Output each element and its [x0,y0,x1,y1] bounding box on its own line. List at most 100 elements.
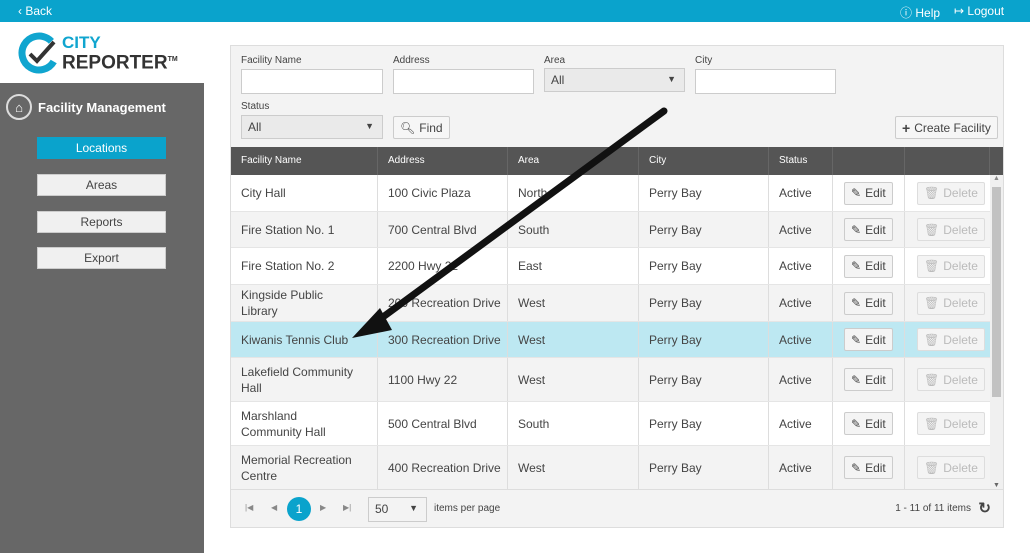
delete-button[interactable]: 🗑︎ Delete [917,412,985,435]
delete-button[interactable]: 🗑︎ Delete [917,218,985,241]
edit-label: Edit [865,416,886,431]
create-facility-button[interactable]: + Create Facility [895,116,998,139]
table-row[interactable]: Kingside Public Library 200 Recreation Dr… [231,285,990,322]
caret-down-icon: ▼ [667,74,676,84]
edit-button[interactable]: ✎ Edit [844,218,893,241]
module-title-label: Facility Management [38,99,166,115]
column-area[interactable]: Area [508,147,639,175]
cell-edit: ✎ Edit [833,248,905,284]
cell-facility-name: Lakefield Community Hall [231,358,378,401]
trash-icon: 🗑︎ [924,296,940,310]
delete-button[interactable]: 🗑︎ Delete [917,181,985,205]
edit-button[interactable]: ✎ Edit [844,328,893,351]
edit-button[interactable]: ✎ Edit [844,291,893,315]
sidebar-item-locations[interactable]: Locations [37,137,166,159]
cell-facility-name: Fire Station No. 2 [231,248,378,284]
cell-area: South [508,402,639,445]
cell-edit: ✎ Edit [833,175,905,211]
area-select[interactable]: All ▼ [544,68,685,92]
cell-edit: ✎ Edit [833,322,905,357]
edit-label: Edit [865,186,886,200]
cell-address: 300 Recreation Drive [378,322,508,357]
cell-address: 100 Civic Plaza [378,175,508,211]
column-delete [905,147,990,175]
cell-status: Active [769,248,833,284]
create-facility-label: Create Facility [914,120,991,135]
logo-tm: TM [167,56,178,63]
cell-area: East [508,248,639,284]
edit-button[interactable]: ✎ Edit [844,456,893,479]
page-size-select[interactable]: 50 ▼ [368,497,427,522]
area-label: Area [544,55,566,66]
refresh-icon[interactable]: ↻ [978,499,991,517]
cell-facility-name: Memorial Recreation Centre [231,446,378,489]
cell-delete: 🗑︎ Delete [905,285,990,321]
edit-button[interactable]: ✎ Edit [844,368,893,391]
scrollbar-thumb[interactable] [992,187,1001,397]
cell-address: 1100 Hwy 22 [378,358,508,401]
sidebar-item-reports[interactable]: Reports [37,211,166,233]
first-page-icon[interactable]: |◀ [245,503,253,512]
table-scrollbar[interactable]: ▲ ▼ [990,175,1003,489]
trash-icon: 🗑︎ [924,416,940,431]
page-1-button[interactable]: 1 [287,497,311,521]
table-row[interactable]: Marshland Community Hall 500 Central Blvd… [231,402,990,446]
cell-edit: ✎ Edit [833,402,905,445]
table-row[interactable]: Fire Station No. 1 700 Central Blvd South P… [231,212,990,248]
delete-button[interactable]: 🗑︎ Delete [917,456,985,479]
cell-address: 200 Recreation Drive [378,285,508,321]
pencil-icon: ✎ [851,416,862,431]
facility-panel: Facility Name Address Area All ▼ City Sta… [230,45,1004,528]
cell-city: Perry Bay [639,285,769,321]
sidebar-item-areas[interactable]: Areas [37,174,166,196]
delete-button[interactable]: 🗑︎ Delete [917,254,985,278]
table-row[interactable]: Fire Station No. 2 2200 Hwy 22 East Perry B… [231,248,990,285]
sidebar-item-export[interactable]: Export [37,247,166,269]
table-row[interactable]: Lakefield Community Hall 1100 Hwy 22 West P… [231,358,990,402]
pencil-icon: ✎ [851,460,862,475]
logout-link[interactable]: ↦ Logout [954,4,1004,18]
delete-button[interactable]: 🗑︎ Delete [917,328,985,351]
address-input[interactable] [393,69,534,94]
cell-delete: 🗑︎ Delete [905,212,990,247]
cell-city: Perry Bay [639,212,769,247]
module-title: ⌂ Facility Management [6,94,166,120]
delete-button[interactable]: 🗑︎ Delete [917,291,985,315]
scroll-up-icon[interactable]: ▲ [993,175,1000,182]
edit-button[interactable]: ✎ Edit [844,412,893,435]
logout-icon: ↦ [954,4,965,18]
last-page-icon[interactable]: ▶| [343,503,351,512]
delete-button[interactable]: 🗑︎ Delete [917,368,985,391]
edit-button[interactable]: ✎ Edit [844,254,893,278]
facility-name-input[interactable] [241,69,383,94]
cell-status: Active [769,358,833,401]
column-status[interactable]: Status [769,147,833,175]
pencil-icon: ✎ [851,186,862,200]
cell-status: Active [769,322,833,357]
scroll-down-icon[interactable]: ▼ [993,482,1000,489]
status-select[interactable]: All ▼ [241,115,383,139]
pencil-icon: ✎ [851,332,862,347]
table-row[interactable]: City Hall 100 Civic Plaza North Perry Bay Ac… [231,175,990,212]
back-link[interactable]: ‹ Back [18,4,52,18]
trash-icon: 🗑︎ [924,222,940,237]
delete-label: Delete [943,186,978,200]
cell-delete: 🗑︎ Delete [905,402,990,445]
prev-page-icon[interactable]: ◀ [271,503,277,512]
cell-facility-name: Kingside Public Library [231,285,378,321]
column-city[interactable]: City [639,147,769,175]
next-page-icon[interactable]: ▶ [320,503,326,512]
help-link[interactable]: ⓘ Help [900,4,940,21]
cell-address: 400 Recreation Drive [378,446,508,489]
cell-facility-name: Kiwanis Tennis Club [231,322,378,357]
table-row[interactable]: Memorial Recreation Centre 400 Recreation… [231,446,990,490]
cell-delete: 🗑︎ Delete [905,322,990,357]
column-address[interactable]: Address [378,147,508,175]
sidebar: CITY REPORTERTM ⌂ Facility Management Loca… [0,22,204,553]
column-facility-name[interactable]: Facility Name [231,147,378,175]
edit-button[interactable]: ✎ Edit [844,181,893,205]
city-input[interactable] [695,69,836,94]
find-button[interactable]: 🔍︎ Find [393,116,450,139]
table-row[interactable]: Kiwanis Tennis Club 300 Recreation Drive W… [231,322,990,358]
cell-facility-name: Marshland Community Hall [231,402,378,445]
